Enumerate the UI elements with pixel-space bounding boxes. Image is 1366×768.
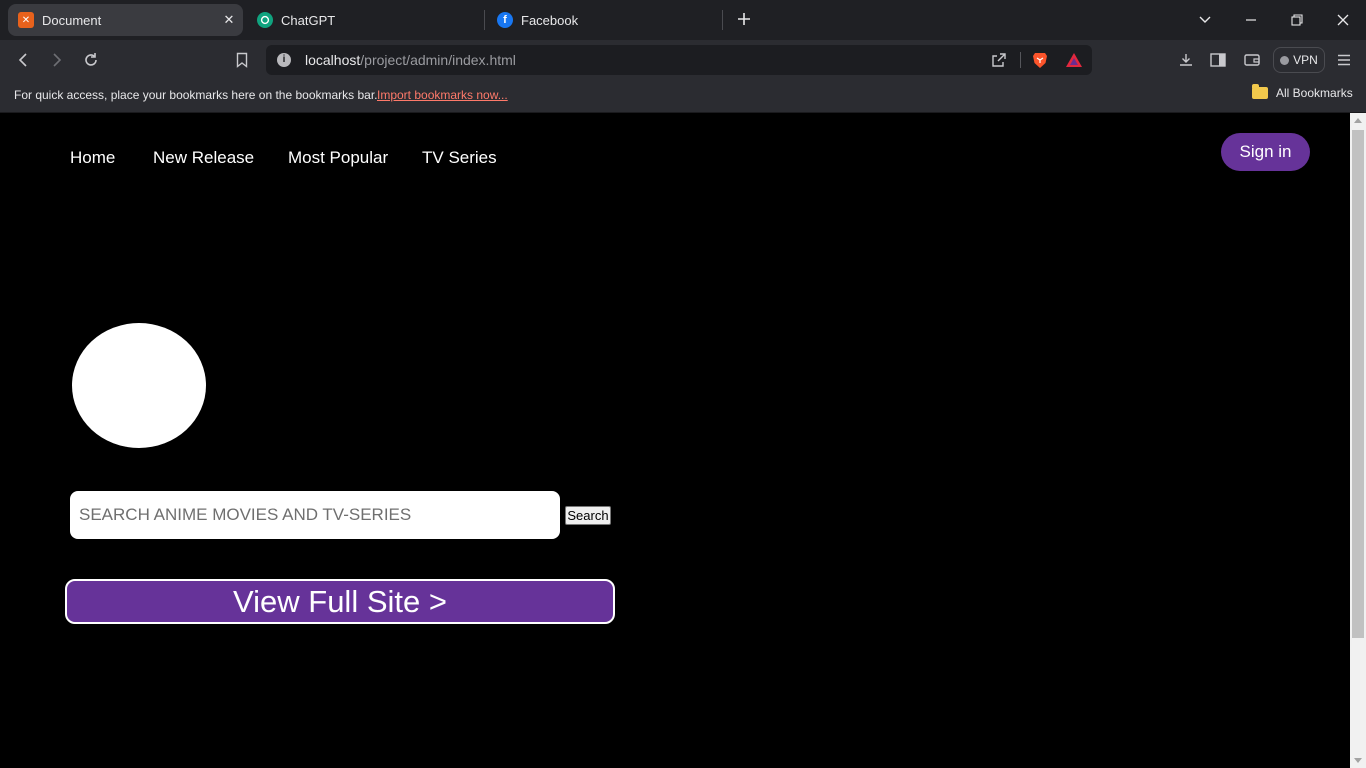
wallet-button[interactable] <box>1239 48 1265 72</box>
nav-new-release[interactable]: New Release <box>153 148 254 168</box>
site-info-icon[interactable]: i <box>277 53 291 67</box>
page-scrollbar[interactable] <box>1350 113 1366 768</box>
vpn-button[interactable]: VPN <box>1273 47 1325 73</box>
restore-icon <box>1291 14 1303 26</box>
back-button[interactable] <box>10 48 36 72</box>
sign-in-button[interactable]: Sign in <box>1221 133 1310 171</box>
forward-button[interactable] <box>44 48 70 72</box>
nav-most-popular[interactable]: Most Popular <box>288 148 388 168</box>
address-bar-divider <box>1020 52 1021 68</box>
xampp-icon: ✕ <box>18 12 34 28</box>
vpn-label: VPN <box>1293 53 1318 67</box>
downloads-button[interactable] <box>1173 48 1199 72</box>
address-bar[interactable]: i localhost/project/admin/index.html <box>266 45 1092 75</box>
browser-tab-bar: ✕ Document ✕ ChatGPT f Facebook <box>0 0 1366 40</box>
vpn-status-icon <box>1280 55 1290 65</box>
bookmark-button[interactable] <box>229 48 255 72</box>
url-host: localhost <box>305 52 361 68</box>
hamburger-menu-icon <box>1338 54 1350 66</box>
rewards-triangle-icon <box>1066 53 1082 67</box>
minimize-icon <box>1246 19 1256 21</box>
reload-icon <box>85 53 97 66</box>
reload-button[interactable] <box>78 48 104 72</box>
view-full-site-button[interactable]: View Full Site > <box>65 579 615 624</box>
nav-home[interactable]: Home <box>70 148 115 168</box>
page-viewport: Home New Release Most Popular TV Series … <box>0 113 1350 768</box>
restore-button[interactable] <box>1283 6 1311 34</box>
wallet-icon <box>1244 54 1260 66</box>
plus-icon <box>738 13 750 25</box>
search-input[interactable] <box>70 491 560 539</box>
close-window-button[interactable] <box>1329 6 1357 34</box>
bookmark-icon <box>236 52 248 68</box>
bookmarks-prompt: For quick access, place your bookmarks h… <box>14 88 378 102</box>
brave-shields-button[interactable] <box>1030 51 1050 69</box>
tab-search-button[interactable] <box>1191 6 1219 34</box>
arrow-left-icon <box>18 53 27 67</box>
import-bookmarks-link[interactable]: Import bookmarks now... <box>377 88 508 102</box>
brave-rewards-button[interactable] <box>1064 51 1084 69</box>
all-bookmarks-button[interactable]: All Bookmarks <box>1252 84 1353 100</box>
tab-chatgpt[interactable]: ChatGPT <box>247 4 477 36</box>
tab-title: Facebook <box>521 12 579 28</box>
scrollbar-thumb[interactable] <box>1352 130 1364 638</box>
share-button[interactable] <box>989 51 1009 69</box>
sidebar-button[interactable] <box>1205 48 1231 72</box>
chevron-down-icon <box>1199 16 1211 23</box>
tab-facebook[interactable]: f Facebook <box>487 4 717 36</box>
bookmarks-bar: For quick access, place your bookmarks h… <box>0 80 1366 113</box>
minimize-button[interactable] <box>1237 6 1265 34</box>
folder-icon <box>1252 84 1268 99</box>
menu-button[interactable] <box>1331 48 1357 72</box>
facebook-icon: f <box>497 12 513 28</box>
url-text: localhost/project/admin/index.html <box>305 52 516 68</box>
scroll-down-arrow-icon[interactable] <box>1354 758 1362 763</box>
tab-divider <box>484 10 485 30</box>
logo-placeholder <box>72 323 206 448</box>
sidebar-icon <box>1210 53 1226 67</box>
download-icon <box>1180 54 1192 66</box>
tab-title: Document <box>42 12 102 28</box>
brave-lion-icon <box>1033 53 1047 68</box>
close-tab-icon[interactable]: ✕ <box>221 12 237 28</box>
nav-tv-series[interactable]: TV Series <box>422 148 497 168</box>
scroll-up-arrow-icon[interactable] <box>1354 118 1362 123</box>
url-path: /project/admin/index.html <box>360 52 516 68</box>
search-button[interactable]: Search <box>565 506 611 525</box>
share-icon <box>992 53 1006 67</box>
close-icon <box>1337 14 1349 26</box>
tab-title: ChatGPT <box>281 12 336 28</box>
chatgpt-icon <box>257 12 273 28</box>
tab-divider <box>722 10 723 30</box>
new-tab-button[interactable] <box>733 8 755 30</box>
tab-document[interactable]: ✕ Document ✕ <box>8 4 243 36</box>
arrow-right-icon <box>53 53 62 67</box>
all-bookmarks-label: All Bookmarks <box>1276 86 1353 100</box>
